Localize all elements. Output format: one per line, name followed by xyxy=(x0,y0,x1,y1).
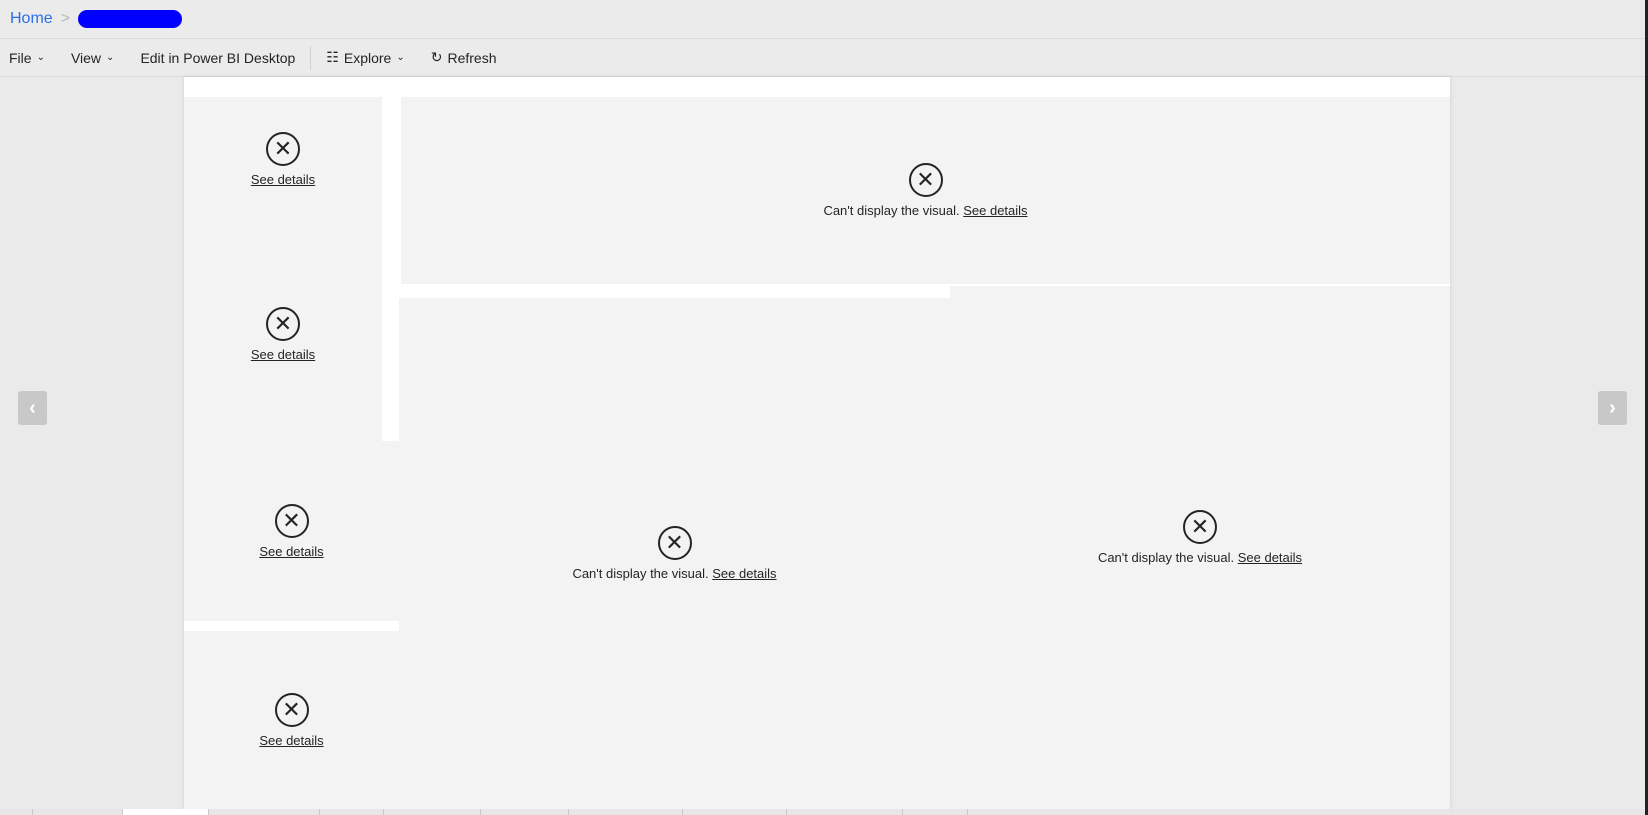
refresh-label: Refresh xyxy=(447,49,497,66)
error-message: Can't display the visual. See details xyxy=(823,203,1027,218)
error-text: Can't display the visual. xyxy=(1097,550,1235,565)
breadcrumb-separator-icon: > xyxy=(60,10,71,27)
chevron-down-icon: ⌄ xyxy=(396,52,405,63)
edit-in-desktop-button[interactable]: Edit in Power BI Desktop xyxy=(131,39,304,76)
toolbar: File ⌄ View ⌄ Edit in Power BI Desktop ☷ Ex… xyxy=(0,39,1645,77)
page-tab[interactable] xyxy=(683,809,787,815)
redacted-report-name xyxy=(78,10,183,28)
error-text: Can't display the visual. xyxy=(823,203,960,218)
file-label: File xyxy=(9,49,32,66)
see-details-link[interactable]: See details xyxy=(963,203,1027,218)
error-circle-x-icon: ✕ xyxy=(274,692,309,727)
error-message: Can't display the visual. See details xyxy=(1098,550,1302,565)
visual-error-top: ✕ Can't display the visual. See details xyxy=(401,97,1450,284)
chevron-down-icon: ⌄ xyxy=(36,52,45,63)
chevron-left-icon: ‹ xyxy=(29,396,36,419)
view-label: View xyxy=(70,49,102,66)
page-tab[interactable] xyxy=(481,809,569,815)
error-circle-x-icon: ✕ xyxy=(657,526,692,560)
page-tab[interactable] xyxy=(384,809,481,815)
breadcrumb: Home > xyxy=(0,0,1645,39)
view-menu[interactable]: View ⌄ xyxy=(62,39,123,76)
see-details-link[interactable]: See details xyxy=(712,566,776,581)
page-tab[interactable] xyxy=(569,809,683,815)
see-details-link[interactable]: See details xyxy=(251,347,315,362)
file-menu[interactable]: File ⌄ xyxy=(0,39,54,76)
error-text: Can't display the visual. xyxy=(572,566,709,581)
error-message: Can't display the visual. See details xyxy=(572,566,776,581)
edit-label: Edit in Power BI Desktop xyxy=(140,49,296,66)
error-circle-x-icon: ✕ xyxy=(908,163,943,197)
visual-error-1: ✕ See details xyxy=(184,114,382,204)
explore-menu[interactable]: ☷ Explore ⌄ xyxy=(317,39,413,76)
page-tab[interactable] xyxy=(209,809,320,815)
refresh-button[interactable]: ↻ Refresh xyxy=(422,39,506,76)
see-details-link[interactable]: See details xyxy=(259,544,323,559)
previous-page-button[interactable]: ‹ xyxy=(18,391,47,425)
next-page-button[interactable]: › xyxy=(1598,391,1627,425)
chevron-right-icon: › xyxy=(1609,396,1616,419)
visual-error-3: ✕ See details xyxy=(184,441,399,621)
error-circle-x-icon: ✕ xyxy=(1183,510,1217,544)
see-details-link[interactable]: See details xyxy=(1238,550,1302,565)
breadcrumb-home[interactable]: Home xyxy=(10,10,53,28)
see-details-link[interactable]: See details xyxy=(259,733,323,748)
page-tabs xyxy=(0,809,1645,815)
explore-label: Explore xyxy=(343,49,392,66)
page-tab[interactable] xyxy=(33,809,123,815)
report-canvas: ✕ See details ✕ See details ✕ See detail… xyxy=(184,77,1450,809)
page-tab[interactable] xyxy=(320,809,384,815)
page-tab-active[interactable] xyxy=(123,809,209,815)
page-tab[interactable] xyxy=(0,809,33,815)
error-circle-x-icon: ✕ xyxy=(266,131,300,166)
refresh-icon: ↻ xyxy=(430,49,443,65)
chevron-down-icon: ⌄ xyxy=(106,52,115,63)
page-tab[interactable] xyxy=(787,809,903,815)
error-circle-x-icon: ✕ xyxy=(274,503,309,538)
visual-error-right: ✕ Can't display the visual. See details xyxy=(950,286,1450,809)
page-tab[interactable] xyxy=(903,809,968,815)
error-circle-x-icon: ✕ xyxy=(266,306,300,341)
toolbar-divider xyxy=(310,45,312,70)
explore-icon: ☷ xyxy=(326,49,339,65)
visual-error-middle: ✕ Can't display the visual. See details xyxy=(399,298,950,809)
visual-error-4: ✕ See details xyxy=(184,631,399,809)
see-details-link[interactable]: See details xyxy=(251,172,315,187)
visual-error-2: ✕ See details xyxy=(184,289,382,379)
